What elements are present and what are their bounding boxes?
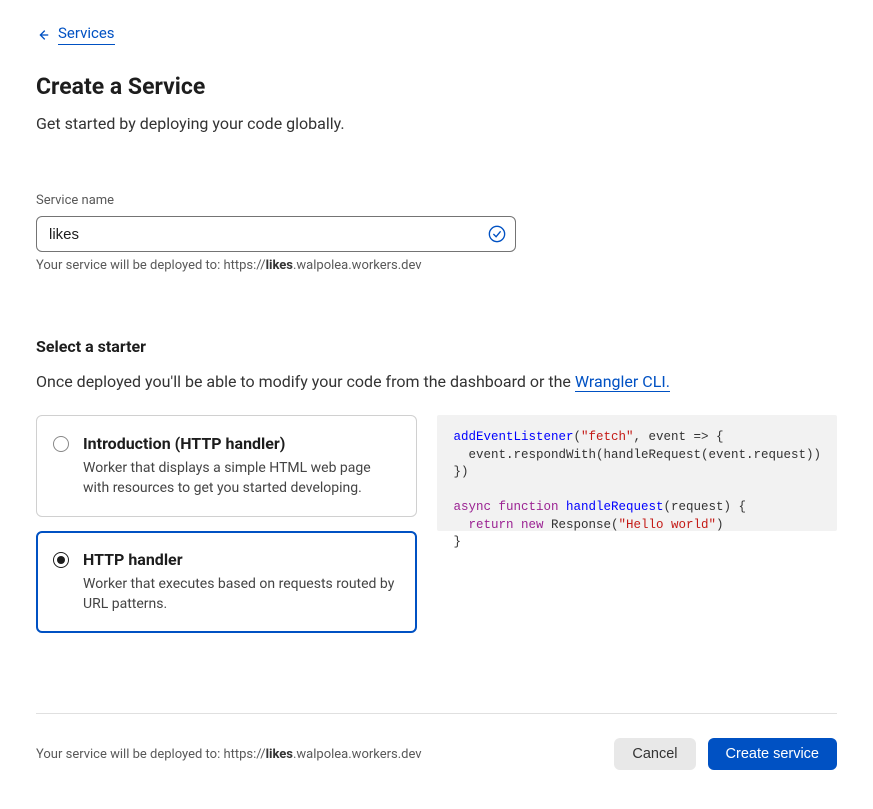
starter-option-title: HTTP handler	[83, 550, 398, 569]
arrow-left-icon	[36, 28, 50, 42]
deploy-url-helper: Your service will be deployed to: https:…	[36, 258, 837, 273]
starter-section-desc: Once deployed you'll be able to modify y…	[36, 372, 837, 391]
wrangler-cli-link[interactable]: Wrangler CLI.	[575, 372, 670, 392]
starter-option-desc: Worker that displays a simple HTML web p…	[83, 459, 398, 498]
starter-section-title: Select a starter	[36, 337, 837, 356]
cancel-button[interactable]: Cancel	[614, 738, 695, 770]
service-name-label: Service name	[36, 193, 837, 208]
starter-option-http-handler[interactable]: HTTP handler Worker that executes based …	[36, 531, 417, 633]
footer-divider	[36, 713, 837, 714]
check-circle-icon	[488, 225, 506, 243]
radio-icon	[53, 436, 69, 452]
starter-option-desc: Worker that executes based on requests r…	[83, 575, 398, 614]
create-service-button[interactable]: Create service	[708, 738, 837, 770]
back-link-label: Services	[58, 24, 115, 45]
starter-option-introduction[interactable]: Introduction (HTTP handler) Worker that …	[36, 415, 417, 517]
starter-option-title: Introduction (HTTP handler)	[83, 434, 398, 453]
page-subtitle: Get started by deploying your code globa…	[36, 114, 837, 133]
radio-icon	[53, 552, 69, 568]
back-to-services-link[interactable]: Services	[36, 24, 115, 45]
page-title: Create a Service	[36, 73, 837, 100]
footer-deploy-url: Your service will be deployed to: https:…	[36, 747, 422, 762]
code-preview: addEventListener("fetch", event => { eve…	[437, 415, 837, 531]
service-name-input[interactable]	[36, 216, 516, 252]
